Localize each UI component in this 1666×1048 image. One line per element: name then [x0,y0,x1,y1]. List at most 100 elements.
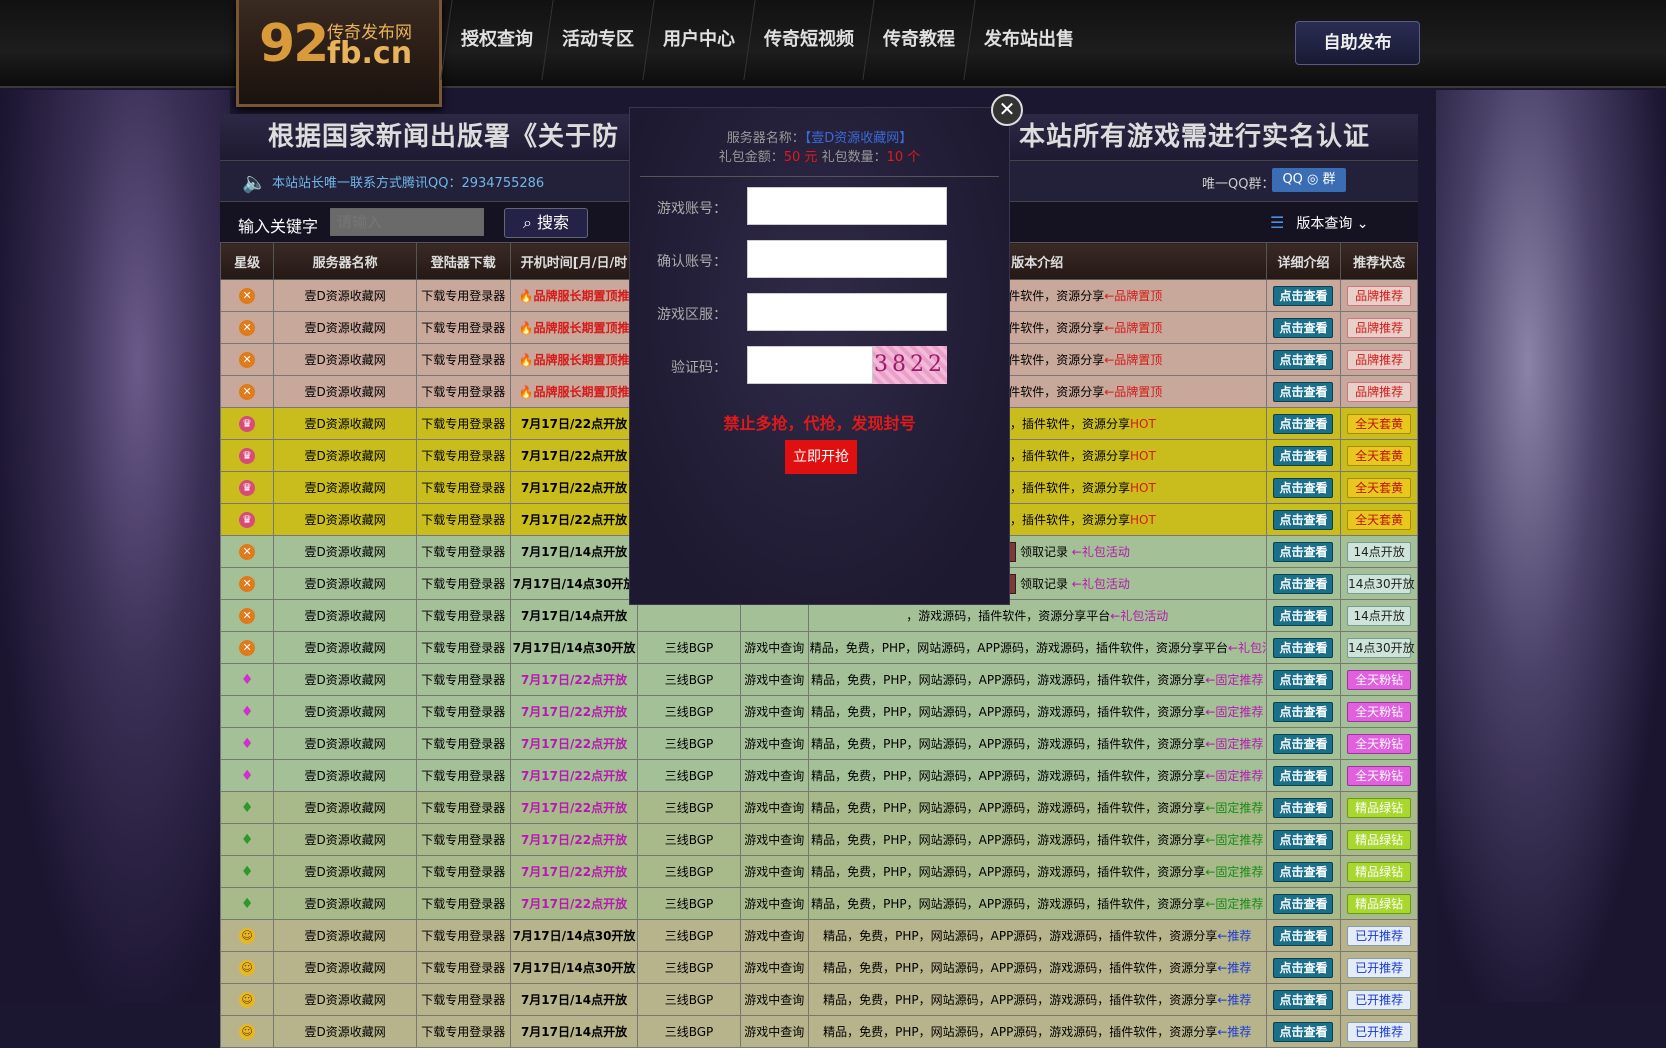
server-name[interactable]: 壹D资源收藏网 [273,567,417,600]
download-link[interactable]: 下载专用登录器 [415,791,511,824]
close-icon[interactable]: ✕ [991,94,1023,126]
nav-item-videos[interactable]: 传奇短视频 [743,0,874,80]
download-link[interactable]: 下载专用登录器 [415,567,511,600]
view-detail-button[interactable]: 点击查看 [1273,413,1334,434]
download-link[interactable]: 下载专用登录器 [415,759,511,792]
server-name[interactable]: 壹D资源收藏网 [273,503,417,536]
view-detail-button[interactable]: 点击查看 [1273,925,1334,946]
view-detail-button[interactable]: 点击查看 [1273,445,1334,466]
download-link[interactable]: 下载专用登录器 [415,695,511,728]
download-link[interactable]: 下载专用登录器 [415,887,511,920]
view-detail-button[interactable]: 点击查看 [1273,765,1334,786]
account-field[interactable] [747,187,947,225]
server-name[interactable]: 壹D资源收藏网 [273,343,417,376]
green-diamond-icon: ♦ [240,863,254,880]
server-name[interactable]: 壹D资源收藏网 [273,823,417,856]
server-name[interactable]: 壹D资源收藏网 [273,695,417,728]
status-badge: 全天粉钻 [1347,669,1412,690]
server-name[interactable]: 壹D资源收藏网 [273,311,417,344]
download-link[interactable]: 下载专用登录器 [415,535,511,568]
view-detail-button[interactable]: 点击查看 [1273,701,1334,722]
view-detail-button[interactable]: 点击查看 [1273,509,1334,530]
self-publish-button[interactable]: 自助发布 [1295,21,1420,65]
download-link[interactable]: 下载专用登录器 [415,311,511,344]
status-badge: 全天套黄 [1347,445,1412,466]
nav-item-auth[interactable]: 授权查询 [440,0,553,80]
view-detail-button[interactable]: 点击查看 [1273,349,1334,370]
download-link[interactable]: 下载专用登录器 [415,823,511,856]
view-detail-button[interactable]: 点击查看 [1273,861,1334,882]
server-name[interactable]: 壹D资源收藏网 [273,887,417,920]
view-detail-button[interactable]: 点击查看 [1273,957,1334,978]
view-detail-button[interactable]: 点击查看 [1273,989,1334,1010]
download-link[interactable]: 下载专用登录器 [415,951,511,984]
download-link[interactable]: 下载专用登录器 [415,279,511,312]
view-detail-button[interactable]: 点击查看 [1273,381,1334,402]
search-button[interactable]: ⌕ 搜索 [504,208,588,238]
download-link[interactable]: 下载专用登录器 [415,663,511,696]
download-link[interactable]: 下载专用登录器 [415,343,511,376]
server-name[interactable]: 壹D资源收藏网 [273,375,417,408]
download-link[interactable]: 下载专用登录器 [415,983,511,1016]
detail-cell: 点击查看 [1265,279,1342,312]
zone-field[interactable] [747,293,947,331]
server-name[interactable]: 壹D资源收藏网 [273,727,417,760]
server-name[interactable]: 壹D资源收藏网 [273,631,417,664]
download-link[interactable]: 下载专用登录器 [415,375,511,408]
view-detail-button[interactable]: 点击查看 [1273,1021,1334,1042]
records-link[interactable]: 领取记录 [1020,577,1068,591]
view-detail-button[interactable]: 点击查看 [1273,893,1334,914]
captcha-field[interactable] [747,346,873,384]
view-detail-button[interactable]: 点击查看 [1273,637,1334,658]
server-name[interactable]: 壹D资源收藏网 [273,983,417,1016]
grab-now-button[interactable]: 立即开抢 [785,440,857,474]
download-link[interactable]: 下载专用登录器 [415,855,511,888]
view-detail-button[interactable]: 点击查看 [1273,477,1334,498]
view-detail-button[interactable]: 点击查看 [1273,541,1334,562]
server-name[interactable]: 壹D资源收藏网 [273,919,417,952]
server-name[interactable]: 壹D资源收藏网 [273,1015,417,1048]
download-link[interactable]: 下载专用登录器 [415,471,511,504]
modal-server-link[interactable]: 【壹D资源收藏网】 [805,131,913,146]
server-name[interactable]: 壹D资源收藏网 [273,663,417,696]
search-input[interactable] [330,208,484,236]
view-detail-button[interactable]: 点击查看 [1273,317,1334,338]
qq-group-button[interactable]: QQ ◎ 群 [1272,168,1346,192]
nav-item-events[interactable]: 活动专区 [541,0,654,80]
download-link[interactable]: 下载专用登录器 [415,503,511,536]
server-name[interactable]: 壹D资源收藏网 [273,535,417,568]
server-name[interactable]: 壹D资源收藏网 [273,759,417,792]
open-time: 7月17日/22点开放 [509,887,639,920]
site-logo[interactable]: 92 传奇发布网 fb.cn [236,0,442,107]
view-detail-button[interactable]: 点击查看 [1273,797,1334,818]
server-name[interactable]: 壹D资源收藏网 [273,279,417,312]
nav-item-tutorials[interactable]: 传奇教程 [862,0,975,80]
status-cell: 已开推荐 [1340,983,1418,1016]
view-detail-button[interactable]: 点击查看 [1273,669,1334,690]
download-link[interactable]: 下载专用登录器 [415,439,511,472]
server-name[interactable]: 壹D资源收藏网 [273,471,417,504]
download-link[interactable]: 下载专用登录器 [415,631,511,664]
view-detail-button[interactable]: 点击查看 [1273,285,1334,306]
view-detail-button[interactable]: 点击查看 [1273,605,1334,626]
records-link[interactable]: 领取记录 [1020,545,1068,559]
server-name[interactable]: 壹D资源收藏网 [273,951,417,984]
server-name[interactable]: 壹D资源收藏网 [273,855,417,888]
nav-item-user-center[interactable]: 用户中心 [642,0,755,80]
confirm-account-field[interactable] [747,240,947,278]
captcha-image[interactable]: 3822 [873,346,947,384]
download-link[interactable]: 下载专用登录器 [415,407,511,440]
view-detail-button[interactable]: 点击查看 [1273,733,1334,754]
download-link[interactable]: 下载专用登录器 [415,727,511,760]
server-name[interactable]: 壹D资源收藏网 [273,599,417,632]
view-detail-button[interactable]: 点击查看 [1273,829,1334,850]
server-name[interactable]: 壹D资源收藏网 [273,407,417,440]
view-detail-button[interactable]: 点击查看 [1273,573,1334,594]
download-link[interactable]: 下载专用登录器 [415,919,511,952]
server-name[interactable]: 壹D资源收藏网 [273,439,417,472]
server-name[interactable]: 壹D资源收藏网 [273,791,417,824]
nav-item-site-sale[interactable]: 发布站出售 [963,0,1094,80]
download-link[interactable]: 下载专用登录器 [415,599,511,632]
version-filter[interactable]: ☰ 版本查询 ⌄ [1270,213,1369,233]
download-link[interactable]: 下载专用登录器 [415,1015,511,1048]
